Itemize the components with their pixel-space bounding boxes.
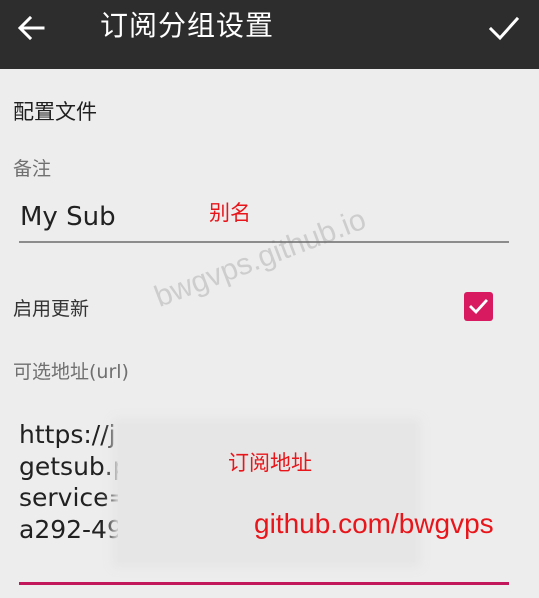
page-title: 订阅分组设置 [100,9,275,42]
annotation-alias: 别名 [209,201,251,225]
remark-label: 备注 [13,158,52,180]
redaction-blur [118,424,415,562]
url-line-4: a292-49 [19,514,123,544]
url-label: 可选地址(url) [13,361,129,383]
remark-input[interactable]: My Sub [20,202,116,232]
url-underline [19,582,509,585]
url-line-1: https://j [19,420,116,449]
section-title: 配置文件 [13,100,97,124]
annotation-site: github.com/bwgvps [254,508,494,539]
url-line-2: getsub.p [19,451,129,481]
auto-update-label: 启用更新 [13,298,90,320]
url-line-3: service= [19,483,130,512]
arrow-left-icon [17,15,45,41]
app-bar: 订阅分组设置 [0,0,539,69]
url-input[interactable]: https://j getsub.p service= a292-49 [19,419,130,545]
annotation-sub-url: 订阅地址 [228,451,312,475]
check-icon [488,16,520,41]
watermark: bwgvps.github.io [150,202,371,314]
back-button[interactable] [14,10,50,46]
check-icon [469,299,488,315]
auto-update-checkbox[interactable] [464,292,493,321]
save-button[interactable] [486,10,522,46]
